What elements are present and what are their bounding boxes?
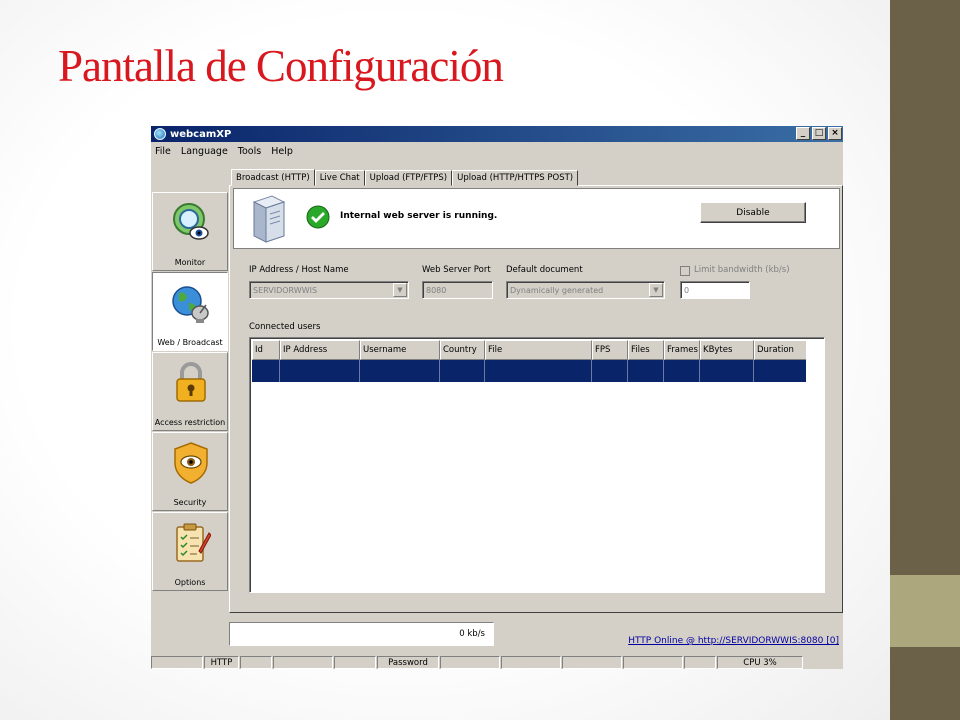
nav-access-restriction-label: Access restriction	[154, 418, 226, 427]
nav-web-broadcast-label: Web / Broadcast	[157, 338, 223, 347]
slide-title: Pantalla de Configuración	[58, 41, 504, 91]
table-cell	[485, 360, 592, 382]
check-ok-icon	[306, 205, 330, 229]
col-files[interactable]: Files	[628, 340, 664, 360]
clipboard-icon	[176, 523, 211, 562]
table-cell	[700, 360, 754, 382]
limit-bandwidth-field[interactable]: 0	[680, 281, 750, 299]
table-row[interactable]	[252, 360, 808, 382]
maximize-button[interactable]: □	[812, 127, 826, 140]
ip-label: IP Address / Host Name	[249, 265, 349, 275]
status-cell-cpu: CPU 3%	[717, 656, 803, 669]
bandwidth-rate: 0 kb/s	[459, 629, 485, 639]
nav-web-broadcast[interactable]: Web / Broadcast	[152, 272, 228, 351]
decor-bar-middle	[890, 575, 960, 647]
window-title: webcamXP	[170, 128, 232, 140]
nav-monitor-label: Monitor	[174, 258, 206, 267]
limit-bandwidth-value: 0	[684, 285, 690, 295]
table-cell	[664, 360, 700, 382]
limit-bandwidth-label: Limit bandwidth (kb/s)	[694, 265, 790, 275]
menu-language[interactable]: Language	[181, 146, 228, 157]
col-kbytes[interactable]: KBytes	[700, 340, 754, 360]
col-file[interactable]: File	[485, 340, 592, 360]
shield-eye-icon	[174, 442, 208, 484]
table-cell	[754, 360, 808, 382]
nav-access-restriction[interactable]: Access restriction	[152, 352, 228, 431]
menu-file[interactable]: File	[155, 146, 171, 157]
default-doc-combobox[interactable]: Dynamically generated ▼	[506, 281, 665, 299]
nav-security-label: Security	[173, 498, 207, 507]
window-titlebar[interactable]: webcamXP _ □ ×	[151, 126, 843, 142]
col-country[interactable]: Country	[440, 340, 485, 360]
col-fps[interactable]: FPS	[592, 340, 628, 360]
status-cell	[240, 656, 272, 669]
padlock-icon	[176, 362, 206, 402]
table-cell	[360, 360, 440, 382]
nav-options[interactable]: Options	[152, 512, 228, 591]
status-cell	[440, 656, 500, 669]
app-icon	[154, 128, 166, 140]
nav-options-label: Options	[174, 578, 206, 587]
port-value: 8080	[426, 285, 447, 295]
table-cell	[440, 360, 485, 382]
port-label: Web Server Port	[422, 265, 491, 275]
chevron-down-icon[interactable]: ▼	[393, 283, 407, 297]
connected-users-label: Connected users	[249, 322, 321, 332]
close-button[interactable]: ×	[828, 127, 842, 140]
disable-button[interactable]: Disable	[700, 202, 806, 223]
tab-strip: Broadcast (HTTP) Live Chat Upload (FTP/F…	[231, 169, 579, 186]
table-header: Id IP Address Username Country File FPS …	[252, 340, 808, 360]
status-cell	[151, 656, 203, 669]
status-cell	[273, 656, 333, 669]
status-cell	[334, 656, 376, 669]
col-id[interactable]: Id	[252, 340, 280, 360]
status-cell	[684, 656, 716, 669]
table-cell	[280, 360, 360, 382]
status-cell-http: HTTP	[204, 656, 239, 669]
tab-upload-http-post[interactable]: Upload (HTTP/HTTPS POST)	[452, 170, 579, 186]
globe-satellite-icon	[172, 286, 209, 323]
table-cell	[252, 360, 280, 382]
col-frames[interactable]: Frames	[664, 340, 700, 360]
http-online-link[interactable]: HTTP Online @ http://SERVIDORWWIS:8080 […	[628, 636, 839, 646]
nav-monitor[interactable]: Monitor	[152, 192, 228, 271]
col-ip-address[interactable]: IP Address	[280, 340, 360, 360]
server-icon	[252, 195, 286, 243]
server-status-text: Internal web server is running.	[340, 211, 498, 221]
limit-bandwidth-checkbox[interactable]	[680, 266, 690, 276]
col-duration[interactable]: Duration	[754, 340, 808, 360]
status-cell	[501, 656, 561, 669]
ip-host-combobox[interactable]: SERVIDORWWIS ▼	[249, 281, 409, 299]
port-field[interactable]: 8080	[422, 281, 493, 299]
default-doc-value: Dynamically generated	[510, 285, 604, 295]
monitor-eye-icon	[173, 203, 209, 240]
status-cell-password: Password	[377, 656, 439, 669]
bandwidth-rate-box: 0 kb/s	[229, 622, 494, 646]
status-cell	[623, 656, 683, 669]
status-bar: HTTP Password CPU 3%	[151, 656, 843, 669]
connected-users-table[interactable]: Id IP Address Username Country File FPS …	[249, 337, 825, 593]
decor-bar-top	[890, 0, 960, 575]
table-cell	[628, 360, 664, 382]
tab-broadcast-http[interactable]: Broadcast (HTTP)	[231, 169, 315, 186]
col-username[interactable]: Username	[360, 340, 440, 360]
chevron-down-icon[interactable]: ▼	[649, 283, 663, 297]
status-cell	[562, 656, 622, 669]
decor-bar-bottom	[890, 647, 960, 720]
menu-tools[interactable]: Tools	[238, 146, 261, 157]
webcamxp-window: webcamXP _ □ × File Language Tools Help …	[151, 126, 843, 669]
ip-host-value: SERVIDORWWIS	[253, 285, 318, 295]
table-cell	[592, 360, 628, 382]
vertical-scrollbar[interactable]	[806, 340, 822, 590]
menubar: File Language Tools Help	[151, 143, 843, 160]
minimize-button[interactable]: _	[796, 127, 810, 140]
left-nav: Monitor Web / Broadcast Access restricti…	[151, 192, 229, 591]
tab-upload-ftp[interactable]: Upload (FTP/FTPS)	[364, 170, 453, 186]
tab-live-chat[interactable]: Live Chat	[314, 170, 365, 186]
nav-security[interactable]: Security	[152, 432, 228, 511]
menu-help[interactable]: Help	[271, 146, 293, 157]
default-doc-label: Default document	[506, 265, 583, 275]
